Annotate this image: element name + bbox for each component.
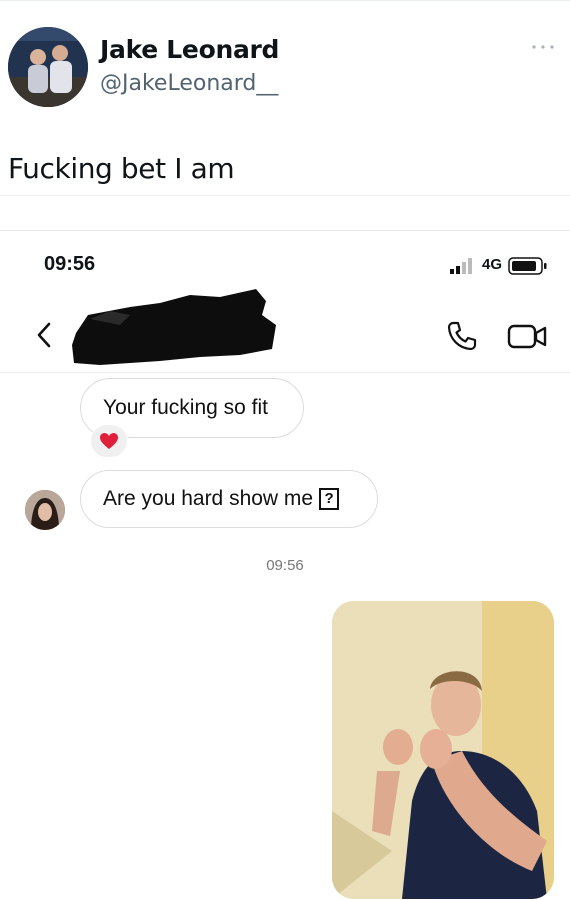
message-text: Are you hard show me — [103, 487, 314, 510]
network-type: 4G — [482, 256, 503, 273]
message-text: Your fucking so fit — [103, 396, 268, 419]
tweet-header: Jake Leonard @JakeLeonard__ — [0, 0, 570, 120]
display-name[interactable]: Jake Leonard — [100, 35, 279, 64]
profile-avatar[interactable] — [8, 27, 88, 107]
redacted-contact-name — [72, 289, 276, 365]
tweet-text: Fucking bet I am — [8, 152, 235, 185]
divider — [0, 372, 570, 373]
status-bar-time: 09:56 — [44, 253, 96, 275]
battery-icon — [508, 257, 547, 275]
back-chevron-icon[interactable] — [34, 320, 54, 350]
message-timestamp: 09:56 — [266, 557, 304, 574]
video-call-icon[interactable] — [506, 320, 548, 352]
divider — [0, 230, 570, 231]
signal-strength-icon — [450, 258, 472, 274]
message-bubble[interactable]: Are you hard show me ? — [80, 470, 378, 528]
sender-avatar[interactable] — [25, 490, 65, 530]
missing-emoji-icon: ? — [319, 488, 340, 510]
heart-reaction-icon[interactable] — [90, 424, 128, 458]
more-horizontal-icon[interactable] — [528, 37, 558, 57]
user-handle[interactable]: @JakeLeonard__ — [100, 71, 278, 96]
phone-call-icon[interactable] — [446, 320, 478, 352]
divider — [0, 195, 570, 196]
sent-photo[interactable] — [332, 601, 554, 899]
